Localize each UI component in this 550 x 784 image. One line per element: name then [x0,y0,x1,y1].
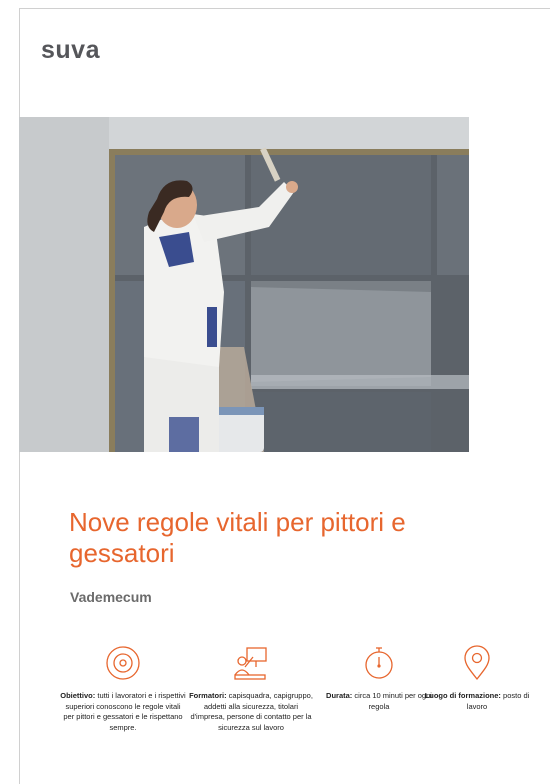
info-label: Formatori: [189,691,227,700]
info-location: Luogo di formazione: posto di lavoro [414,645,540,712]
info-label: Durata: [326,691,353,700]
info-row: Obiettivo: tutti i lavoratori e i rispet… [60,645,540,775]
trainer-icon [234,647,267,680]
stopwatch-icon [365,647,393,679]
info-trainers: Formatori: capisquadra, capigruppo, adde… [188,645,314,733]
page-title: Nove regole vitali per pittori e gessato… [69,507,406,568]
info-label: Luogo di formazione: [424,691,501,700]
info-caption: Luogo di formazione: posto di lavoro [414,691,540,712]
info-caption: Formatori: capisquadra, capigruppo, adde… [188,691,314,733]
page-subtitle: Vademecum [70,589,152,605]
cover-photo [19,117,469,452]
target-icon [106,646,140,680]
location-pin-icon [464,645,490,681]
suva-logo: suva [41,36,100,64]
info-objective: Obiettivo: tutti i lavoratori e i rispet… [60,645,186,733]
info-label: Obiettivo: [60,691,96,700]
info-caption: Obiettivo: tutti i lavoratori e i rispet… [60,691,186,733]
